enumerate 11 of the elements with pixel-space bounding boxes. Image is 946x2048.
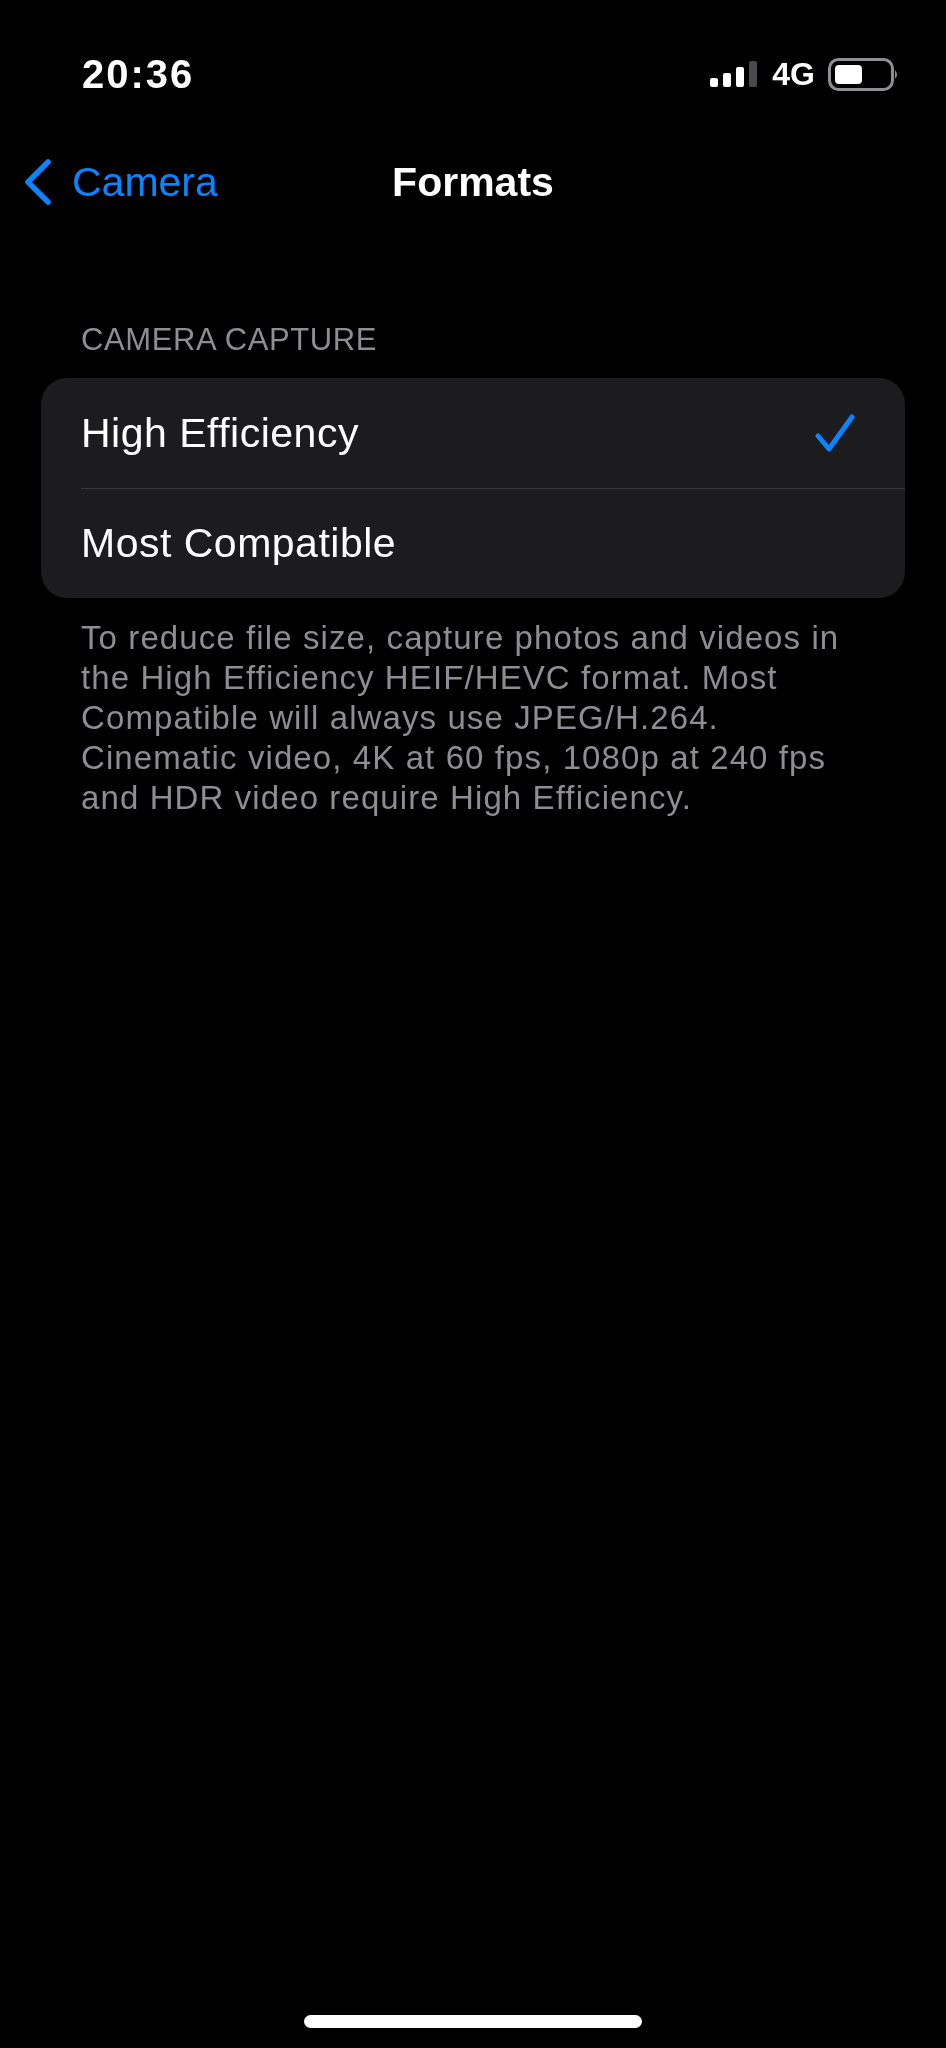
page-title: Formats bbox=[392, 158, 554, 206]
section-header: CAMERA CAPTURE bbox=[81, 321, 378, 359]
signal-icon bbox=[710, 61, 760, 87]
network-type: 4G bbox=[772, 55, 815, 93]
section-footer: To reduce file size, capture photos and videos in the High Efficiency HEIF/HEVC format. Most Compatible will always use JPEG/H.264. Cinematic video, 4K at 60 fps, 1080p at 240 fps and HDR video require High Efficiency. bbox=[81, 618, 881, 818]
status-time: 20:36 bbox=[82, 51, 195, 97]
back-button[interactable]: Camera bbox=[23, 158, 218, 206]
format-option[interactable]: Most Compatible bbox=[41, 488, 905, 598]
battery-icon bbox=[828, 57, 899, 91]
format-option[interactable]: High Efficiency bbox=[41, 378, 905, 488]
back-chevron-icon bbox=[23, 159, 52, 205]
